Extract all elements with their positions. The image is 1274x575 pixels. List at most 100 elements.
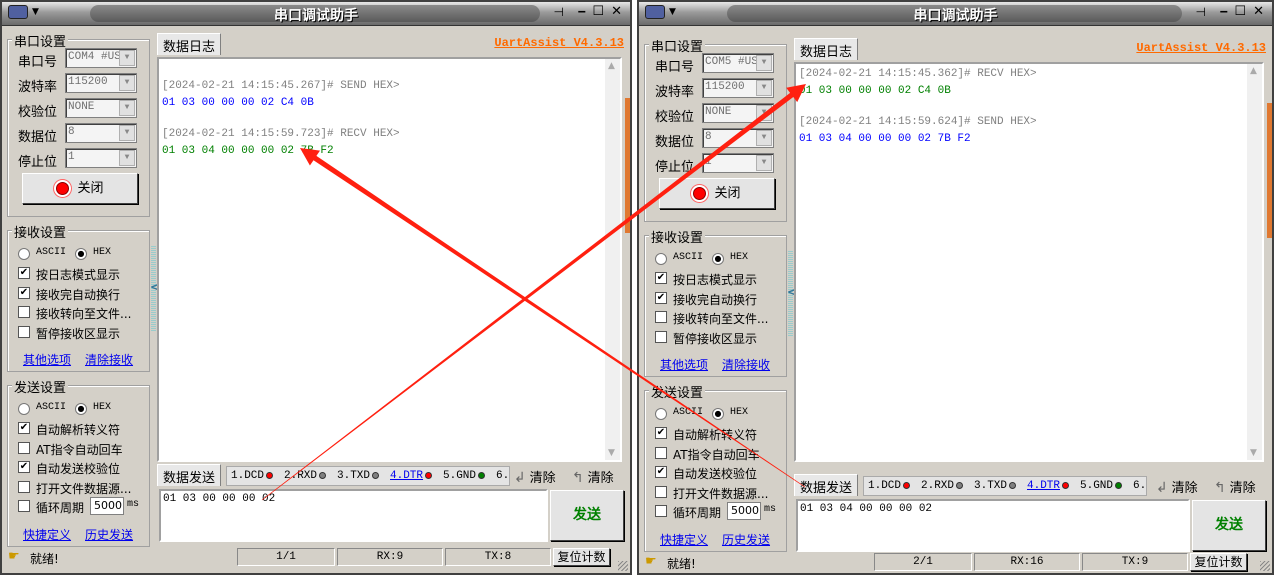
send-option-label: AT指令自动回车 [36, 442, 123, 457]
signal-4[interactable]: 4.DTR [390, 470, 433, 482]
send-option-checkbox[interactable]: ✔ 自动发送校验位 [18, 460, 148, 476]
send-option-checkbox[interactable]: AT指令自动回车 [18, 441, 148, 457]
scroll-up-icon[interactable]: ▲ [1250, 66, 1257, 76]
send-option-label: 打开文件数据源... [36, 481, 132, 496]
version-link[interactable]: UartAssist V4.3.13 [1136, 41, 1266, 55]
close-port-button[interactable]: 关闭 [22, 173, 138, 204]
signal-led-icon [266, 471, 274, 479]
recv-option-checkbox[interactable]: ✔ 按日志模式显示 [18, 266, 148, 282]
title-bar[interactable]: ▼ 串口调试助手 ⊣ ‒ ☐ ✕ [2, 2, 630, 26]
recv-option-checkbox[interactable]: ✔ 接收完自动换行 [18, 286, 148, 302]
receive-log-area[interactable]: [2024-02-21 14:15:45.267]# SEND HEX> 01 0… [157, 57, 622, 462]
title-bar[interactable]: ▼ 串口调试助手 ⊣ ‒ ☐ ✕ [639, 2, 1272, 26]
signal-label: 1.DCD [231, 470, 265, 482]
panel-splitter[interactable]: < [787, 251, 797, 336]
hex-label: HEX [730, 252, 749, 263]
close-port-button[interactable]: 关闭 [659, 178, 775, 209]
send-link-1[interactable]: 历史发送 [85, 526, 133, 543]
signal-4[interactable]: 4.DTR [1027, 480, 1070, 492]
minimize-button[interactable]: ‒ [578, 4, 586, 18]
send-option-label: 循环周期 [36, 501, 85, 515]
stop-bits-value: 1 [705, 156, 712, 168]
send-button[interactable]: 发送 [1192, 500, 1266, 551]
pin-icon[interactable]: ⊣ [1196, 5, 1206, 19]
recv-option-checkbox[interactable]: 暂停接收区显示 [18, 325, 148, 341]
recv-link-1[interactable]: 清除接收 [85, 351, 133, 368]
tab-data-send[interactable]: 数据发送 [157, 464, 222, 486]
period-input[interactable]: 5000 [90, 497, 124, 515]
send-link-1[interactable]: 历史发送 [722, 531, 770, 548]
checkbox-icon: ✔ [18, 286, 30, 299]
baud-rate-select[interactable]: 115200 ▼ [65, 73, 137, 93]
maximize-button[interactable]: ☐ [1234, 4, 1246, 19]
status-ready: 就绪! [667, 557, 696, 571]
reset-count-button[interactable]: 复位计数 [1190, 553, 1247, 571]
recv-option-label: 接收完自动换行 [36, 287, 121, 302]
send-link-0[interactable]: 快捷定义 [660, 531, 708, 548]
log-scrollbar[interactable]: ▲ ▼ [1247, 64, 1262, 460]
data-bits-select[interactable]: 8 ▼ [65, 123, 137, 143]
recv-option-checkbox[interactable]: 暂停接收区显示 [655, 330, 785, 346]
data-bits-select[interactable]: 8 ▼ [702, 128, 774, 148]
clear-up-button[interactable]: ↰ 清除 [1214, 477, 1256, 496]
send-option-label: 自动解析转义符 [36, 423, 121, 437]
resize-grip[interactable] [1260, 561, 1270, 571]
send-input[interactable]: 01 03 00 00 00 02 [159, 489, 548, 542]
stop-bits-select[interactable]: 1 ▼ [65, 148, 137, 168]
send-option-checkbox[interactable]: ✔ 自动发送校验位 [655, 465, 785, 481]
clear-down-arrow-icon: ↲ [1156, 480, 1168, 496]
receive-log-area[interactable]: [2024-02-21 14:15:45.362]# RECV HEX> 01 0… [794, 62, 1264, 462]
scroll-down-icon[interactable]: ▼ [608, 448, 615, 458]
minimize-button[interactable]: ‒ [1220, 4, 1228, 18]
signal-led-icon [319, 471, 327, 479]
radio-icon: ● [75, 403, 87, 415]
send-option-checkbox[interactable]: ✔ 自动解析转义符 [18, 421, 148, 437]
baud-rate-select[interactable]: 115200 ▼ [702, 78, 774, 98]
port-select[interactable]: COM4 #USI ▼ [65, 48, 137, 68]
recv-link-1[interactable]: 清除接收 [722, 356, 770, 373]
send-link-0[interactable]: 快捷定义 [23, 526, 71, 543]
clear-send-button[interactable]: ↲ 清除 [514, 467, 556, 486]
pointing-hand-icon: ☛ [645, 554, 657, 569]
recv-option-checkbox[interactable]: ✔ 按日志模式显示 [655, 271, 785, 287]
window-title: 串口调试助手 [913, 8, 998, 24]
reset-count-button[interactable]: 复位计数 [553, 548, 610, 566]
pin-icon[interactable]: ⊣ [554, 5, 564, 19]
stop-bits-select[interactable]: 1 ▼ [702, 153, 774, 173]
send-button[interactable]: 发送 [550, 490, 624, 541]
send-option-checkbox[interactable]: ✔ 自动解析转义符 [655, 426, 785, 442]
panel-splitter[interactable]: < [150, 246, 160, 331]
ascii-label: ASCII [673, 252, 704, 263]
close-window-button[interactable]: ✕ [1253, 4, 1264, 19]
log-scrollbar[interactable]: ▲ ▼ [605, 59, 620, 460]
clear-up-button[interactable]: ↰ 清除 [572, 467, 614, 486]
tab-data-log[interactable]: 数据日志 [794, 38, 859, 60]
signal-status-strip: 1.DCD 2.RXD 3.TXD 4.DTR 5.GND 6. [863, 476, 1147, 496]
parity-select[interactable]: NONE ▼ [65, 98, 137, 118]
period-input[interactable]: 5000 [727, 502, 761, 520]
scroll-up-icon[interactable]: ▲ [608, 61, 615, 71]
close-window-button[interactable]: ✕ [611, 4, 622, 19]
orange-edge [625, 98, 630, 233]
recv-option-checkbox[interactable]: 接收转向至文件... [655, 310, 785, 326]
recv-link-0[interactable]: 其他选项 [660, 356, 708, 373]
send-option-checkbox[interactable]: AT指令自动回车 [655, 446, 785, 462]
checkbox-icon: ✔ [655, 291, 667, 304]
parity-label: 校验位 [655, 110, 695, 125]
version-link[interactable]: UartAssist V4.3.13 [494, 36, 624, 50]
tab-data-log[interactable]: 数据日志 [157, 33, 222, 55]
tab-data-send[interactable]: 数据发送 [794, 474, 859, 496]
recv-option-checkbox[interactable]: 接收转向至文件... [18, 305, 148, 321]
resize-grip[interactable] [618, 561, 628, 571]
send-option-checkbox[interactable]: 打开文件数据源... [18, 480, 148, 496]
clear-send-button[interactable]: ↲ 清除 [1156, 477, 1198, 496]
send-input[interactable]: 01 03 04 00 00 00 02 [796, 499, 1190, 552]
send-option-checkbox[interactable]: 打开文件数据源... [655, 485, 785, 501]
port-select[interactable]: COM5 #USI ▼ [702, 53, 774, 73]
recv-option-checkbox[interactable]: ✔ 接收完自动换行 [655, 291, 785, 307]
maximize-button[interactable]: ☐ [592, 4, 604, 19]
parity-select[interactable]: NONE ▼ [702, 103, 774, 123]
scroll-down-icon[interactable]: ▼ [1250, 448, 1257, 458]
recv-link-0[interactable]: 其他选项 [23, 351, 71, 368]
radio-icon [18, 248, 30, 260]
